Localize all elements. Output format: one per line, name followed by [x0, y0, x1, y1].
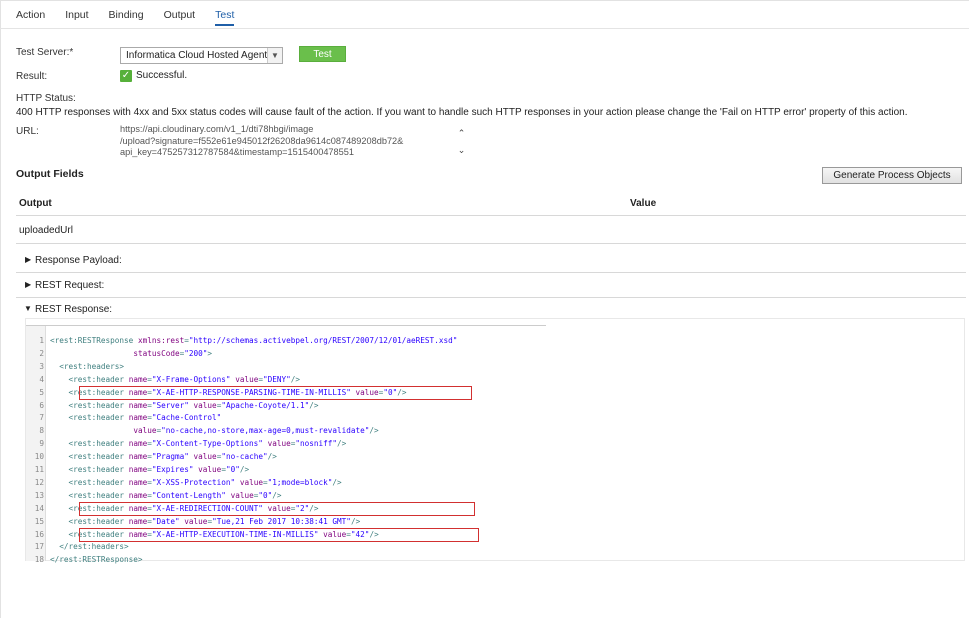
line-number: 5 — [39, 387, 44, 397]
line-number: 7 — [39, 413, 44, 423]
chevron-down-icon[interactable]: ▼ — [267, 48, 282, 63]
line-number: 16 — [34, 529, 44, 539]
http-status-label: HTTP Status: — [16, 93, 76, 104]
highlight-box — [79, 386, 472, 400]
tab-action[interactable]: Action — [16, 9, 45, 26]
code-text: <rest:header name="X-Frame-Options" valu… — [68, 374, 301, 384]
url-label: URL: — [16, 126, 39, 137]
url-line: /upload?signature=f552e61e945012f26208da… — [120, 135, 404, 146]
line-number: 18 — [34, 555, 44, 565]
test-server-select[interactable]: Informatica Cloud Hosted Agent ▼ — [120, 47, 283, 64]
tab-output[interactable]: Output — [164, 9, 196, 26]
rest-response-panel: 1 <rest:RESTResponse xmlns:rest="http://s… — [25, 318, 965, 564]
line-number: 11 — [34, 465, 44, 474]
line-number: 13 — [34, 490, 44, 500]
line-number: 3 — [39, 361, 44, 371]
line-number: 14 — [34, 503, 44, 513]
code-text: </rest:RESTResponse> — [50, 555, 143, 565]
output-fields-title: Output Fields — [16, 168, 84, 180]
url-scrollbar[interactable]: ⌃ ⌄ — [455, 125, 468, 159]
response-payload-label: Response Payload: — [35, 255, 122, 266]
rest-request-expander[interactable]: ▶ REST Request: — [16, 273, 966, 298]
code-text: statusCode="200"> — [133, 348, 213, 358]
output-table-header: Output Value — [16, 192, 966, 216]
code-text: <rest:header name="Server" value="Apache… — [68, 400, 319, 410]
code-text: </rest:headers> — [59, 542, 129, 552]
line-number: 2 — [39, 348, 44, 358]
result-value: Successful. — [136, 70, 188, 81]
line-number: 6 — [39, 400, 44, 410]
line-number: 17 — [34, 542, 44, 552]
rest-request-label: REST Request: — [35, 280, 105, 291]
code-text: <rest:header name="Cache-Control" — [68, 413, 222, 423]
code-text: <rest:header name="Date" value="Tue,21 F… — [68, 516, 361, 526]
table-row[interactable]: uploadedUrl — [16, 217, 966, 244]
highlight-box — [79, 528, 479, 542]
test-server-label: Test Server:* — [16, 47, 74, 58]
line-number: 8 — [39, 426, 44, 436]
code-text: <rest:RESTResponse xmlns:rest="http://sc… — [50, 336, 458, 345]
test-button[interactable]: Test — [299, 46, 346, 62]
line-number: 4 — [39, 374, 44, 384]
code-text: <rest:header name="Pragma" value="no-cac… — [68, 452, 277, 462]
code-text: <rest:header name="X-XSS-Protection" val… — [68, 477, 342, 487]
rest-response-label: REST Response: — [35, 304, 113, 315]
chevron-up-icon[interactable]: ⌃ — [455, 125, 468, 142]
code-text: <rest:header name="Expires" value="0"/> — [68, 465, 250, 474]
line-number: 15 — [34, 516, 44, 526]
check-icon: ✓ — [120, 70, 132, 82]
tab-input[interactable]: Input — [65, 9, 88, 26]
url-field[interactable]: https://api.cloudinary.com/v1_1/dti78hbg… — [120, 124, 470, 160]
column-value: Value — [630, 198, 657, 209]
url-line: api_key=475257312787584&timestamp=151540… — [120, 147, 354, 157]
chevron-down-icon[interactable]: ⌄ — [455, 142, 468, 159]
tab-test[interactable]: Test — [215, 9, 235, 26]
triangle-down-icon: ▼ — [24, 304, 32, 313]
code-text: <rest:header name="Content-Length" value… — [68, 490, 282, 500]
line-number: 12 — [34, 477, 44, 487]
tab-divider — [0, 28, 969, 29]
column-output: Output — [19, 198, 52, 209]
output-cell: uploadedUrl — [19, 225, 73, 236]
triangle-right-icon: ▶ — [25, 255, 32, 264]
triangle-right-icon: ▶ — [25, 280, 32, 289]
code-viewer[interactable]: 1 <rest:RESTResponse xmlns:rest="http://s… — [26, 325, 546, 564]
response-payload-expander[interactable]: ▶ Response Payload: — [16, 248, 966, 273]
code-text: <rest:headers> — [59, 361, 125, 371]
code-text: value="no-cache,no-store,max-age=0,must-… — [133, 426, 379, 436]
test-server-value: Informatica Cloud Hosted Agent — [126, 50, 268, 61]
code-text: <rest:header name="X-Content-Type-Option… — [68, 439, 347, 449]
http-status-text: 400 HTTP responses with 4xx and 5xx stat… — [16, 107, 908, 118]
tab-binding[interactable]: Binding — [109, 9, 144, 26]
tab-bar: Action Input Binding Output Test — [16, 9, 254, 26]
line-number: 9 — [39, 439, 44, 449]
line-number: 1 — [39, 336, 44, 345]
line-number: 10 — [34, 452, 44, 462]
url-line: https://api.cloudinary.com/v1_1/dti78hbg… — [120, 124, 314, 134]
result-label: Result: — [16, 71, 48, 82]
highlight-box — [79, 502, 475, 516]
generate-process-objects-button[interactable]: Generate Process Objects — [822, 167, 962, 184]
